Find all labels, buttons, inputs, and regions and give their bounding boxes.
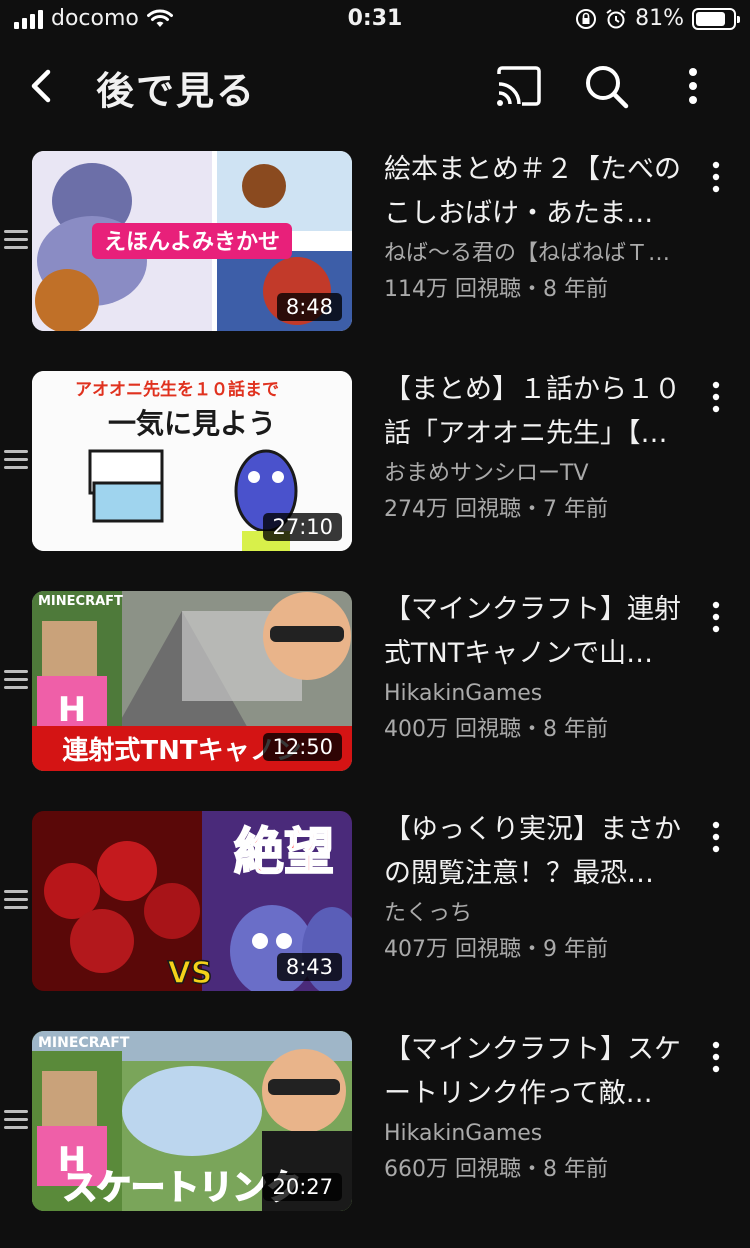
video-info[interactable]: 【マインクラフト】スケートリンク作って敵… HikakinGames 660万 … — [384, 1028, 694, 1188]
battery-icon — [692, 7, 740, 30]
channel-name: たくっち — [384, 901, 473, 926]
video-info[interactable]: 絵本まとめ＃２【たべのこしおばけ・あたま… ねば〜る君の【ねばねばＴ… 114万… — [384, 148, 694, 308]
duration-badge: 12:50 — [263, 733, 342, 761]
more-vert-icon[interactable] — [706, 160, 726, 194]
video-info[interactable]: 【マインクラフト】連射式TNTキャノンで山… HikakinGames 400万… — [384, 588, 694, 748]
drag-handle-icon[interactable] — [4, 1110, 28, 1130]
drag-handle-icon[interactable] — [4, 450, 28, 470]
drag-handle-icon[interactable] — [4, 670, 28, 690]
drag-handle-icon[interactable] — [4, 230, 28, 250]
thumbnail-caption: 絶望 — [234, 823, 334, 881]
minecraft-logo: MINECRAFT — [38, 594, 123, 609]
channel-name: HikakinGames — [384, 1121, 543, 1146]
channel-name: おまめサンシローTV — [384, 461, 589, 486]
video-meta: 400万 回視聴・8 年前 — [384, 717, 608, 742]
duration-badge: 27:10 — [263, 513, 342, 541]
video-title[interactable]: 絵本まとめ＃２【たべのこしおばけ・あたま… — [384, 148, 694, 236]
list-item[interactable]: えほんよみきかせ 8:48 絵本まとめ＃２【たべのこしおばけ・あたま… ねば〜る… — [0, 148, 750, 368]
video-meta: 660万 回視聴・8 年前 — [384, 1157, 608, 1182]
list-item[interactable]: アオオニ先生を１０話まで 一気に見よう 27:10 【まとめ】１話から１０話「ア… — [0, 368, 750, 588]
video-meta: 274万 回視聴・7 年前 — [384, 497, 608, 522]
more-vert-icon[interactable] — [706, 820, 726, 854]
search-icon[interactable] — [582, 62, 632, 112]
video-thumbnail[interactable]: H MINECRAFT スケートリンク 20:27 — [32, 1031, 352, 1211]
channel-name: HikakinGames — [384, 681, 543, 706]
thumbnail-caption: アオオニ先生を１０話まで — [75, 379, 279, 400]
video-thumbnail[interactable]: えほんよみきかせ 8:48 — [32, 151, 352, 331]
svg-text:H: H — [58, 690, 86, 730]
alarm-icon — [606, 8, 626, 28]
video-title[interactable]: 【ゆっくり実況】まさかの閲覧注意！？最恐… — [384, 808, 694, 896]
video-title[interactable]: 【まとめ】１話から１０話「アオオニ先生」【… — [384, 368, 694, 456]
thumbnail-caption: えほんよみきかせ — [104, 230, 280, 255]
watch-later-list: えほんよみきかせ 8:48 絵本まとめ＃２【たべのこしおばけ・あたま… ねば〜る… — [0, 148, 750, 1248]
list-item[interactable]: 絶望 VS 8:43 【ゆっくり実況】まさかの閲覧注意！？最恐… たくっち 40… — [0, 808, 750, 1028]
video-meta: 114万 回視聴・8 年前 — [384, 277, 608, 302]
more-vert-icon[interactable] — [668, 62, 718, 112]
video-title[interactable]: 【マインクラフト】連射式TNTキャノンで山… — [384, 588, 694, 676]
cast-icon[interactable] — [494, 62, 544, 112]
video-meta: 407万 回視聴・9 年前 — [384, 937, 608, 962]
video-title[interactable]: 【マインクラフト】スケートリンク作って敵… — [384, 1028, 694, 1116]
orientation-lock-icon — [576, 8, 597, 29]
drag-handle-icon[interactable] — [4, 890, 28, 910]
thumbnail-caption-2: VS — [168, 956, 213, 991]
back-chevron-icon[interactable] — [20, 64, 64, 108]
more-vert-icon[interactable] — [706, 1040, 726, 1074]
channel-name: ねば〜る君の【ねばねばＴ… — [384, 241, 671, 266]
more-vert-icon[interactable] — [706, 380, 726, 414]
video-info[interactable]: 【まとめ】１話から１０話「アオオニ先生」【… おまめサンシローTV 274万 回… — [384, 368, 694, 528]
duration-badge: 8:48 — [276, 293, 342, 321]
list-item[interactable]: H MINECRAFT スケートリンク 20:27 【マインクラフト】スケートリ… — [0, 1028, 750, 1248]
more-vert-icon[interactable] — [706, 600, 726, 634]
duration-badge: 20:27 — [263, 1173, 342, 1201]
page-title: 後で見る — [96, 69, 257, 113]
battery-percent: 81% — [635, 6, 684, 31]
duration-badge: 8:43 — [276, 953, 342, 981]
status-bar: docomo 0:31 81% — [0, 0, 750, 44]
list-item[interactable]: H MINECRAFT 連射式TNTキャノン 12:50 【マインクラフト】連射… — [0, 588, 750, 808]
video-thumbnail[interactable]: H MINECRAFT 連射式TNTキャノン 12:50 — [32, 591, 352, 771]
thumbnail-caption-2: 一気に見よう — [108, 407, 276, 440]
video-info[interactable]: 【ゆっくり実況】まさかの閲覧注意！？最恐… たくっち 407万 回視聴・9 年前 — [384, 808, 694, 968]
minecraft-logo: MINECRAFT — [38, 1035, 130, 1051]
video-thumbnail[interactable]: 絶望 VS 8:43 — [32, 811, 352, 991]
app-header: 後で見る — [0, 50, 750, 120]
video-thumbnail[interactable]: アオオニ先生を１０話まで 一気に見よう 27:10 — [32, 371, 352, 551]
status-right: 81% — [575, 6, 740, 31]
